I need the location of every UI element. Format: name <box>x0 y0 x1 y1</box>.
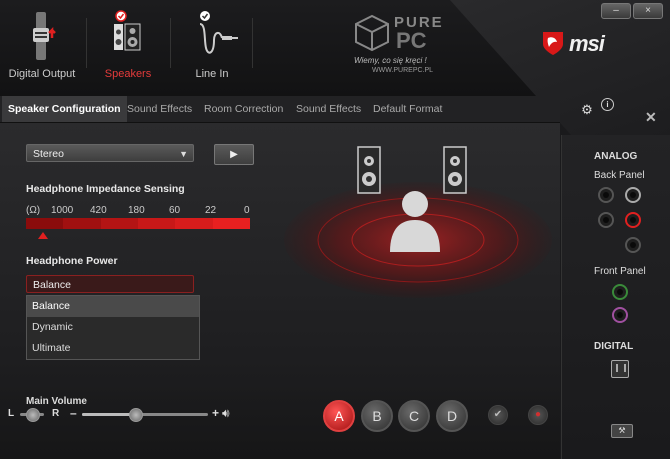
jack-back-2[interactable] <box>625 187 641 203</box>
analog-title: ANALOG <box>594 151 638 162</box>
device-label: Digital Output <box>8 68 76 80</box>
volume-plus-icon[interactable]: + <box>212 406 219 420</box>
headphone-power-dropdown: Balance Dynamic Ultimate <box>26 295 200 360</box>
separator <box>170 18 171 68</box>
preset-d-button[interactable]: D <box>436 400 468 432</box>
jack-back-1[interactable] <box>598 187 614 203</box>
tab-default-format[interactable]: Default Format <box>367 96 448 122</box>
balance-left-label: L <box>8 408 15 419</box>
gear-icon[interactable]: ⚙ <box>580 103 594 117</box>
purepc-url: WWW.PUREPC.PL <box>372 67 434 74</box>
left-speaker-icon[interactable] <box>357 146 381 194</box>
headphone-power-select[interactable]: Balance <box>26 275 194 293</box>
device-label: Line In <box>195 68 229 80</box>
app-window: Digital Output Speakers Line In PURE PC … <box>0 0 670 459</box>
impedance-scale: (Ω) 1000 420 180 60 22 0 <box>26 205 256 219</box>
impedance-tick: 60 <box>169 205 181 216</box>
purepc-pc-text: PC <box>396 28 427 53</box>
preset-b-button[interactable]: B <box>361 400 393 432</box>
jack-back-5[interactable] <box>625 237 641 253</box>
impedance-unit: (Ω) <box>26 205 41 216</box>
impedance-title: Headphone Impedance Sensing <box>26 183 185 195</box>
preset-a-button[interactable]: A <box>323 400 355 432</box>
play-test-button[interactable]: ▶ <box>214 144 254 165</box>
impedance-bar <box>26 218 250 229</box>
balance-right-label: R <box>52 408 60 419</box>
impedance-tick: 420 <box>90 205 107 216</box>
jack-front-mic[interactable] <box>612 307 628 323</box>
headphone-power-title: Headphone Power <box>26 255 118 267</box>
tab-sound-effects[interactable]: Sound Effects <box>121 96 198 122</box>
jack-back-line-out[interactable] <box>625 212 641 228</box>
msi-logo-text: msi <box>569 31 605 56</box>
impedance-pointer <box>38 232 48 239</box>
wrench-icon[interactable]: ⚒ <box>611 424 633 438</box>
main-volume-slider[interactable] <box>82 408 208 422</box>
separator <box>252 18 253 68</box>
speaker-mode-value: Stereo <box>33 148 64 160</box>
jack-back-3[interactable] <box>598 212 614 228</box>
speaker-mode-select[interactable]: Stereo ▼ <box>26 144 194 162</box>
tab-bar: Speaker Configuration Sound Effects Room… <box>0 96 560 123</box>
volume-slider-knob[interactable] <box>128 408 143 422</box>
impedance-tick: 22 <box>205 205 217 216</box>
chevron-down-icon: ▼ <box>179 149 188 159</box>
volume-fill <box>82 413 135 416</box>
balance-slider[interactable] <box>20 408 44 422</box>
tab-room-correction[interactable]: Room Correction <box>198 96 289 122</box>
main-volume-title: Main Volume <box>26 396 87 407</box>
impedance-tick: 180 <box>128 205 145 216</box>
front-panel-label: Front Panel <box>594 266 646 277</box>
purepc-cube-icon <box>355 14 389 52</box>
close-button[interactable]: × <box>633 3 663 19</box>
microphone-icon[interactable]: ● <box>528 405 548 425</box>
digital-title: DIGITAL <box>594 341 634 352</box>
device-label: Speakers <box>104 68 152 80</box>
msi-dragon-icon <box>543 32 563 55</box>
checkmark-icon[interactable]: ✔ <box>488 405 508 425</box>
speaker-stage <box>284 146 552 298</box>
impedance-tick: 1000 <box>51 205 74 216</box>
digital-output-port[interactable] <box>611 360 629 378</box>
balance-slider-knob[interactable] <box>26 408 40 422</box>
dropdown-option-balance[interactable]: Balance <box>27 296 199 317</box>
purepc-logo: PURE PC Wiemy, co się kręci ! WWW.PUREPC… <box>352 10 467 80</box>
back-panel-label: Back Panel <box>594 170 645 181</box>
speakers-icon <box>114 10 141 51</box>
volume-minus-icon[interactable]: – <box>70 406 77 420</box>
line-in-icon <box>199 11 238 54</box>
preset-c-button[interactable]: C <box>398 400 430 432</box>
tab-speaker-configuration[interactable]: Speaker Configuration <box>2 96 127 122</box>
tab-sound-effects-2[interactable]: Sound Effects <box>290 96 367 122</box>
dropdown-option-ultimate[interactable]: Ultimate <box>27 338 199 359</box>
minimize-button[interactable]: – <box>601 3 631 19</box>
speaker-volume-icon[interactable]: 🔊︎ <box>222 406 230 421</box>
info-icon[interactable]: i <box>601 98 614 111</box>
impedance-tick: 0 <box>244 205 250 216</box>
jack-front-headphone[interactable] <box>612 284 628 300</box>
right-speaker-icon[interactable] <box>443 146 467 194</box>
dropdown-option-dynamic[interactable]: Dynamic <box>27 317 199 338</box>
tools-close-icon[interactable]: ✕ <box>645 109 657 126</box>
digital-output-icon <box>33 12 56 60</box>
purepc-slogan: Wiemy, co się kręci ! <box>354 56 427 65</box>
separator <box>86 18 87 68</box>
